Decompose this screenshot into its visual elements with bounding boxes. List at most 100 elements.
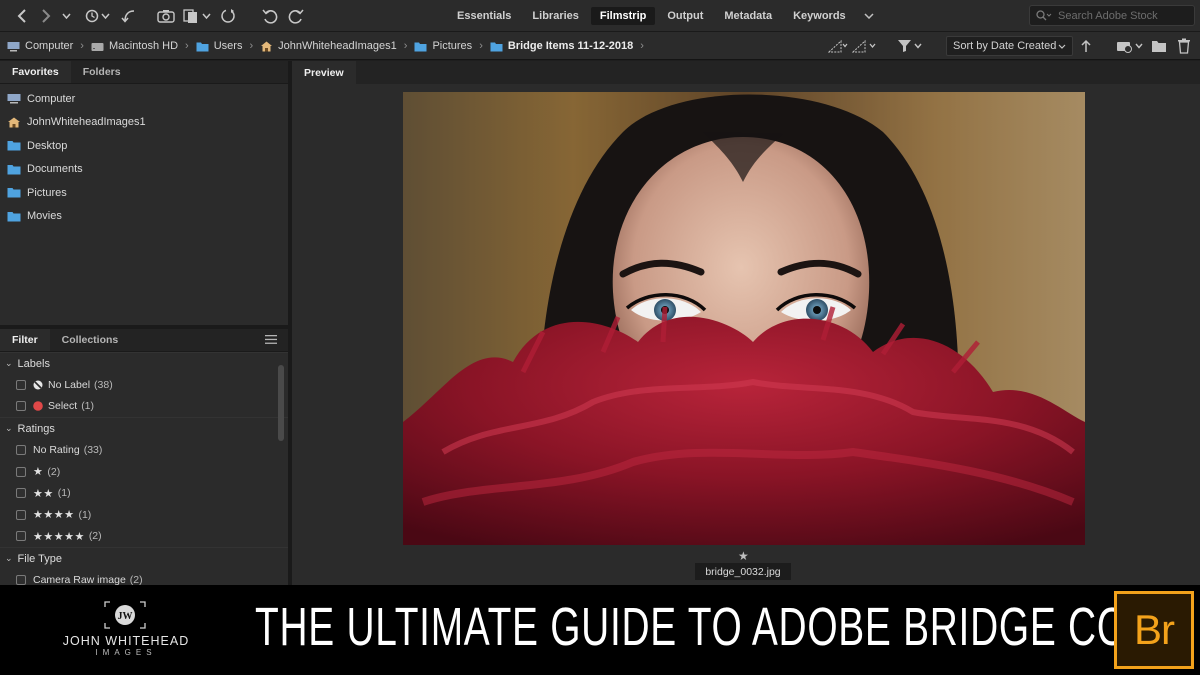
- sort-dropdown[interactable]: Sort by Date Created: [946, 36, 1073, 56]
- favorites-panel: Favorites Folders Computer JohnWhitehead…: [0, 61, 288, 325]
- back-icon[interactable]: [14, 5, 30, 27]
- favorite-home[interactable]: JohnWhiteheadImages1: [0, 111, 288, 135]
- camera-icon[interactable]: [156, 5, 176, 27]
- refresh-cycle-icon[interactable]: [219, 5, 237, 27]
- crumb-computer[interactable]: Computer: [7, 40, 73, 52]
- checkbox[interactable]: [16, 379, 26, 390]
- delete-trash-icon[interactable]: [1177, 36, 1191, 56]
- filter-rating-5[interactable]: ★★★★★ (2): [0, 526, 288, 548]
- checkbox[interactable]: [16, 574, 26, 585]
- filter-select-label[interactable]: Select (1): [0, 396, 288, 418]
- workspace-filmstrip[interactable]: Filmstrip: [590, 7, 656, 25]
- filename-label: bridge_0032.jpg: [695, 563, 791, 580]
- drive-icon: [91, 42, 104, 51]
- checkbox[interactable]: [16, 488, 26, 499]
- workspace-libraries[interactable]: Libraries: [523, 7, 587, 25]
- crumb-separator-icon: ›: [249, 40, 254, 52]
- filter-rating-2[interactable]: ★★ (1): [0, 482, 288, 504]
- brand-logo-icon: JW: [104, 601, 146, 629]
- filter-scrollbar[interactable]: [277, 357, 285, 585]
- favorite-computer[interactable]: Computer: [0, 87, 288, 111]
- crumb-users[interactable]: Users: [196, 40, 242, 52]
- tab-collections[interactable]: Collections: [50, 329, 131, 351]
- scrollbar-thumb[interactable]: [278, 365, 284, 441]
- forward-icon[interactable]: [38, 5, 54, 27]
- logo-monogram: JW: [118, 611, 133, 622]
- crumb-separator-icon: ›: [640, 40, 644, 52]
- folder-icon: [7, 141, 21, 151]
- crumb-macintosh-hd[interactable]: Macintosh HD: [91, 40, 178, 52]
- preview-image[interactable]: [403, 92, 1085, 545]
- chevron-down-icon: [1058, 44, 1066, 49]
- bridge-app-badge: Br: [1134, 606, 1175, 653]
- workspace-output[interactable]: Output: [658, 7, 712, 25]
- thumbnail-quality-icon[interactable]: [852, 36, 878, 56]
- tab-preview[interactable]: Preview: [292, 61, 356, 84]
- folder-icon: [414, 42, 427, 51]
- filter-no-label[interactable]: No Label (38): [0, 374, 288, 396]
- folder-icon: [7, 164, 21, 175]
- crumb-pictures[interactable]: Pictures: [414, 40, 472, 52]
- rotate-right-icon[interactable]: [287, 5, 305, 27]
- filter-section-file-type[interactable]: ⌄ File Type: [0, 547, 288, 569]
- chevron-down-icon: ⌄: [5, 553, 13, 564]
- checkbox[interactable]: [16, 466, 26, 477]
- history-icon[interactable]: [84, 5, 112, 27]
- new-folder-icon[interactable]: [1151, 36, 1167, 56]
- folder-icon: [196, 42, 209, 51]
- crumb-separator-icon: ›: [479, 40, 483, 52]
- filter-items-icon[interactable]: [897, 36, 925, 56]
- filter-camera-raw[interactable]: Camera Raw image (2): [0, 569, 288, 585]
- folder-icon: [7, 211, 21, 222]
- tab-favorites[interactable]: Favorites: [0, 61, 71, 83]
- favorite-pictures[interactable]: Pictures: [0, 181, 288, 205]
- more-workspaces-chevron-icon[interactable]: [864, 10, 874, 22]
- quality-options-icon[interactable]: [828, 36, 848, 56]
- favorite-documents[interactable]: Documents: [0, 158, 288, 182]
- checkbox[interactable]: [16, 509, 26, 520]
- checkbox[interactable]: [16, 401, 26, 412]
- filter-no-rating[interactable]: No Rating (33): [0, 439, 288, 461]
- folder-icon: [7, 188, 21, 198]
- preview-panel: ★ bridge_0032.jpg: [292, 84, 1200, 585]
- star-icon: ★: [33, 466, 44, 479]
- app-toolbar: Essentials Libraries Filmstrip Output Me…: [0, 0, 1200, 32]
- path-bar: Computer › Macintosh HD › Users › JohnWh…: [0, 32, 1200, 60]
- sort-ascending-icon[interactable]: [1080, 36, 1092, 56]
- rating-star-icon[interactable]: ★: [738, 549, 749, 563]
- crumb-home-folder[interactable]: JohnWhiteheadImages1: [260, 40, 397, 52]
- checkbox[interactable]: [16, 444, 26, 455]
- red-label-dot-icon: [33, 401, 43, 412]
- tab-filter[interactable]: Filter: [0, 329, 50, 351]
- panel-menu-icon[interactable]: [265, 335, 277, 344]
- workspace-keywords[interactable]: Keywords: [784, 7, 855, 25]
- stock-search-input[interactable]: [1058, 9, 1188, 22]
- favorite-desktop[interactable]: Desktop: [0, 134, 288, 158]
- rotate-left-icon[interactable]: [261, 5, 279, 27]
- star-icon: ★★★★★: [33, 530, 85, 543]
- copy-files-icon[interactable]: [183, 5, 213, 27]
- tab-folders[interactable]: Folders: [71, 61, 133, 83]
- search-icon: [1036, 10, 1052, 21]
- adobe-stock-search[interactable]: [1029, 5, 1195, 26]
- filter-rating-4[interactable]: ★★★★ (1): [0, 504, 288, 526]
- filter-section-ratings[interactable]: ⌄ Ratings: [0, 417, 288, 439]
- filter-rating-1[interactable]: ★ (2): [0, 461, 288, 483]
- favorite-movies[interactable]: Movies: [0, 205, 288, 229]
- star-icon: ★★★★: [33, 509, 75, 522]
- banner-title: THE ULTIMATE GUIDE TO ADOBE BRIDGE CC: [255, 597, 1126, 657]
- checkbox[interactable]: [16, 531, 26, 542]
- favorites-list: Computer JohnWhiteheadImages1 Desktop Do…: [0, 84, 288, 228]
- return-icon[interactable]: [120, 5, 138, 27]
- open-recent-file-icon[interactable]: [1116, 36, 1146, 56]
- recent-dropdown-icon[interactable]: [60, 5, 72, 27]
- computer-icon: [7, 94, 21, 104]
- breadcrumb: Computer › Macintosh HD › Users › JohnWh…: [7, 39, 651, 53]
- crumb-current-folder[interactable]: Bridge Items 11-12-2018: [490, 40, 633, 52]
- workspace-essentials[interactable]: Essentials: [448, 7, 520, 25]
- crumb-separator-icon: ›: [185, 40, 189, 52]
- chevron-down-icon: ⌄: [5, 423, 13, 434]
- filter-section-labels[interactable]: ⌄ Labels: [0, 352, 288, 374]
- preview-panel-tabs: Preview: [292, 61, 1200, 84]
- workspace-metadata[interactable]: Metadata: [715, 7, 781, 25]
